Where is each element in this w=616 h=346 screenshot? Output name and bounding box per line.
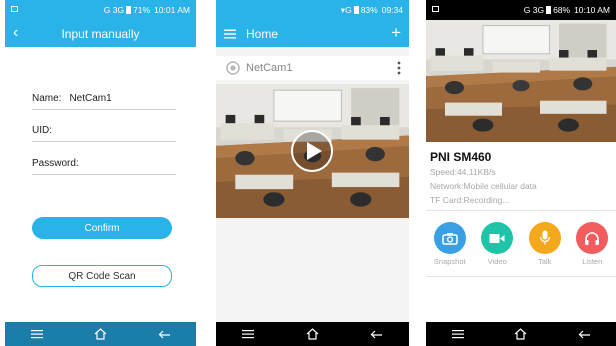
battery-icon: [546, 6, 552, 14]
back-icon[interactable]: [572, 322, 596, 346]
notification-icon: [432, 6, 439, 12]
status-bar: G 3G 68% 10:10 AM: [426, 0, 616, 20]
add-icon[interactable]: +: [391, 24, 401, 41]
divider: [426, 210, 616, 211]
system-nav-bar: [5, 322, 196, 346]
network-indicator: G 3G: [103, 5, 125, 15]
snapshot-button[interactable]: Snapshot: [427, 222, 473, 268]
password-label: Password:: [32, 158, 79, 169]
phone-live-view-screen: G 3G 68% 10:10 AM PNI SM460 Speed:44.11K…: [426, 0, 616, 346]
home-icon[interactable]: [300, 322, 324, 346]
listen-button[interactable]: Listen: [569, 222, 615, 268]
app-bar: Home +: [216, 20, 409, 47]
name-field: Name:: [32, 88, 176, 110]
qr-code-scan-button[interactable]: QR Code Scan: [32, 265, 172, 287]
status-bar: G 3G 71% 10:01 AM: [5, 0, 196, 20]
video-icon: [481, 222, 514, 254]
back-icon[interactable]: [152, 322, 176, 346]
more-vert-icon[interactable]: [397, 61, 401, 75]
speed-text: Speed:44.11KB/s: [430, 167, 496, 177]
talk-label: Talk: [538, 257, 552, 266]
camera-status-icon: [226, 61, 240, 75]
camera-name: NetCam1: [246, 62, 293, 74]
video-button[interactable]: Video: [474, 222, 520, 268]
battery-icon: [126, 6, 132, 14]
listen-label: Listen: [582, 257, 603, 266]
menu-icon[interactable]: [446, 322, 470, 346]
name-label: Name:: [32, 93, 62, 104]
system-nav-bar: [216, 322, 409, 346]
play-icon[interactable]: [290, 129, 334, 173]
hamburger-menu-icon[interactable]: [224, 29, 236, 39]
menu-icon[interactable]: [236, 322, 260, 346]
page-title: Input manually: [61, 26, 140, 41]
battery-level: 68%: [553, 5, 571, 15]
home-icon[interactable]: [88, 322, 112, 346]
battery-icon: [353, 6, 359, 14]
microphone-icon: [528, 222, 561, 254]
camera-icon: [433, 222, 466, 254]
video-label: Video: [487, 257, 507, 266]
battery-level: 83%: [360, 5, 378, 15]
status-time: 09:34: [381, 5, 403, 15]
page-title: Home: [246, 26, 279, 41]
status-bar: ▾ G 83% 09:34: [216, 0, 409, 20]
snapshot-label: Snapshot: [433, 257, 466, 266]
live-video-view[interactable]: [426, 20, 616, 142]
phone-home-screen: ▾ G 83% 09:34 Home + NetCam1: [216, 0, 409, 346]
system-nav-bar: [426, 322, 616, 346]
back-icon[interactable]: [365, 322, 389, 346]
uid-input[interactable]: [60, 125, 150, 136]
phone-input-manually-screen: G 3G 71% 10:01 AM ‹ Input manually Name:…: [5, 0, 196, 346]
status-time: 10:10 AM: [574, 5, 610, 15]
menu-icon[interactable]: [25, 322, 49, 346]
action-bar: Snapshot Video Talk Listen: [426, 222, 616, 268]
status-time: 10:01 AM: [154, 5, 190, 15]
camera-list-item[interactable]: NetCam1: [216, 56, 409, 80]
app-bar: ‹ Input manually: [5, 20, 196, 47]
notification-icon: [11, 6, 18, 12]
headphones-icon: [576, 222, 609, 254]
uid-field: UID:: [32, 120, 176, 142]
camera-title: PNI SM460: [430, 150, 492, 164]
network-indicator: G: [345, 5, 352, 15]
uid-label: UID:: [32, 125, 52, 136]
network-text: Network:Mobile cellular data: [430, 181, 537, 191]
camera-preview[interactable]: [216, 84, 409, 218]
back-arrow-icon[interactable]: ‹: [13, 24, 18, 42]
talk-button[interactable]: Talk: [522, 222, 568, 268]
password-input[interactable]: [86, 158, 177, 169]
name-input[interactable]: [69, 93, 160, 104]
battery-level: 71%: [133, 5, 151, 15]
confirm-button[interactable]: Confirm: [32, 217, 172, 239]
tf-card-text: TF Card:Recording...: [430, 195, 510, 205]
network-indicator: G 3G: [523, 5, 545, 15]
live-video-image: [426, 20, 616, 142]
home-icon[interactable]: [509, 322, 533, 346]
password-field: Password:: [32, 153, 177, 175]
divider: [426, 276, 616, 277]
